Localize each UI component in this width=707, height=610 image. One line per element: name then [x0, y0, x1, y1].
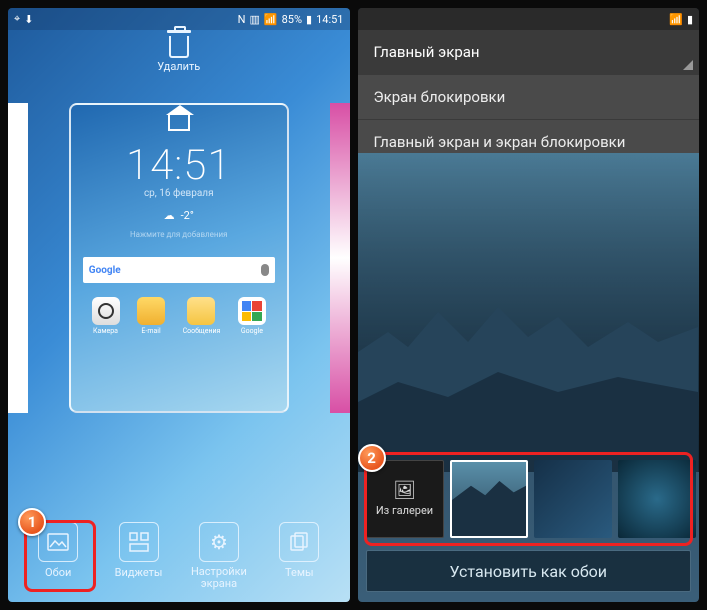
widgets-button[interactable]: Виджеты — [104, 522, 174, 590]
screen-settings-button[interactable]: ⚙ Настройки экрана — [184, 522, 254, 590]
google-folder-icon — [238, 297, 266, 325]
google-search-widget[interactable]: Google — [83, 257, 275, 283]
widgets-icon — [119, 522, 159, 562]
themes-button[interactable]: Темы — [264, 522, 334, 590]
clock-widget-time: 14:51 — [83, 141, 275, 190]
thumb-from-gallery[interactable]: 🖼 Из галереи — [366, 460, 444, 538]
wallpaper-thumbnails[interactable]: 🖼 Из галереи — [366, 454, 692, 544]
left-phone-homescreen-edit: ⌖ ⬇ N ▥ 📶 85% ▮ 14:51 Удалить 14:51 ср, … — [8, 8, 350, 602]
battery-icon: ▮ — [306, 13, 312, 26]
camera-icon — [92, 297, 120, 325]
widgets-label: Виджеты — [104, 566, 174, 579]
weather-widget: ☁︎ -2° — [83, 209, 275, 222]
thumb-wallpaper-3[interactable] — [618, 460, 696, 538]
trash-icon — [169, 36, 189, 58]
clock-widget-date: ср, 16 февраля — [83, 188, 275, 199]
option-lock-screen[interactable]: Экран блокировки — [358, 75, 700, 120]
dock-apps: Камера E-mail Сообщения Google — [83, 297, 275, 335]
gallery-icon: 🖼 — [393, 480, 416, 501]
thumb-wallpaper-2[interactable] — [534, 460, 612, 538]
gallery-label: Из галереи — [376, 505, 433, 517]
google-logo: Google — [89, 265, 121, 276]
add-widget-hint: Нажмите для добавления — [83, 230, 275, 239]
app-messages[interactable]: Сообщения — [183, 297, 221, 335]
email-icon — [137, 297, 165, 325]
right-phone-wallpaper-picker: 📶 ▮ Главный экран Экран блокировки Главн… — [358, 8, 700, 602]
settings-icon: ⚙ — [199, 522, 239, 562]
mic-icon — [261, 264, 269, 276]
annotation-badge-1: 1 — [18, 508, 46, 536]
current-home-page[interactable]: 14:51 ср, 16 февраля ☁︎ -2° Нажмите для … — [69, 103, 289, 413]
option-home-screen[interactable]: Главный экран — [358, 30, 700, 75]
gps-icon: ⌖ — [14, 12, 20, 26]
themes-label: Темы — [264, 566, 334, 579]
messages-icon — [187, 297, 215, 325]
wallpaper-label: Обои — [23, 566, 93, 579]
status-bar: 📶 ▮ — [358, 8, 700, 30]
status-time: 14:51 — [316, 13, 343, 26]
set-wallpaper-button[interactable]: Установить как обои — [366, 550, 692, 592]
nfc-icon: N — [238, 13, 246, 26]
mountain-illustration — [358, 292, 698, 472]
app-google[interactable]: Google — [238, 297, 266, 335]
pages-overview: 14:51 ср, 16 февраля ☁︎ -2° Нажмите для … — [8, 83, 350, 433]
annotation-badge-2: 2 — [358, 444, 386, 472]
download-icon: ⬇ — [24, 13, 33, 26]
delete-label: Удалить — [8, 60, 350, 73]
wallpaper-preview — [358, 153, 700, 472]
prev-page-thumb[interactable] — [8, 103, 28, 413]
battery-pct: 85% — [282, 13, 302, 26]
vibrate-icon: ▥ — [250, 13, 260, 26]
thumb-wallpaper-1-selected[interactable] — [450, 460, 528, 538]
signal-icon: 📶 — [264, 13, 278, 26]
delete-dropzone[interactable]: Удалить — [8, 30, 350, 83]
themes-icon — [279, 522, 319, 562]
next-page-thumb[interactable] — [330, 103, 350, 413]
app-camera[interactable]: Камера — [92, 297, 120, 335]
weather-icon: ☁︎ — [164, 209, 175, 222]
wallpaper-target-dropdown: Главный экран Экран блокировки Главный э… — [358, 30, 700, 165]
app-email[interactable]: E-mail — [137, 297, 165, 335]
signal-icon: 📶 — [669, 13, 683, 26]
home-icon — [168, 115, 190, 131]
screen-settings-label: Настройки экрана — [184, 566, 254, 590]
edit-actions-row: Обои Виджеты ⚙ Настройки экрана Темы — [8, 522, 350, 590]
battery-icon: ▮ — [687, 13, 693, 26]
